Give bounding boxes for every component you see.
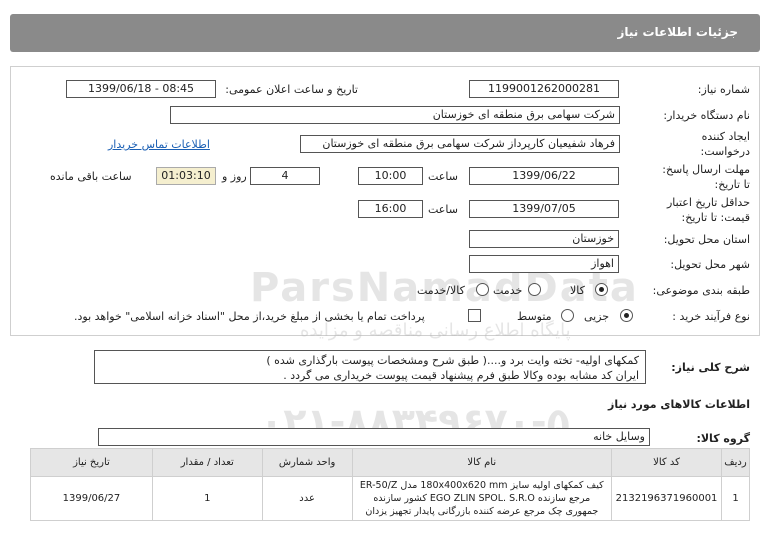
deadline-time-label: ساعت xyxy=(428,170,458,183)
category-option-goods-service: کالا/خدمت xyxy=(417,284,465,297)
watermark-subtitle: پایگاه اطلاع رسانی مناقصه و مزایده xyxy=(300,320,571,341)
cell-name-line-3: جمهوری چک مرجع عرضه کننده بازرگانی پایدا… xyxy=(365,506,599,517)
validity-date-field: 1399/07/05 xyxy=(469,200,619,218)
cell-name: کیف کمکهای اولیه سایز 180x400x620 mm مدل… xyxy=(351,476,613,521)
description-label: شرح کلی نیاز: xyxy=(671,361,750,374)
deadline-label: مهلت ارسال پاسخ: تا تاریخ: xyxy=(662,163,750,191)
goods-group-field: وسایل خانه xyxy=(98,428,650,446)
need-number-field: 1199001262000281 xyxy=(469,80,619,98)
process-option-minor: جزیی xyxy=(584,310,610,323)
table-row: 1 2132196371960001 کیف کمکهای اولیه سایز… xyxy=(30,476,750,521)
category-option-service: خدمت xyxy=(493,284,523,297)
validity-time-label: ساعت xyxy=(428,203,458,216)
deadline-time-field: 10:00 xyxy=(358,167,423,185)
process-radio-medium[interactable] xyxy=(561,309,574,322)
col-date: تاریخ نیاز xyxy=(30,448,153,477)
category-radio-goods-service[interactable] xyxy=(476,283,489,296)
deadline-date-field: 1399/06/22 xyxy=(469,167,619,185)
col-unit: واحد شمارش xyxy=(261,448,353,477)
cell-code: 2132196371960001 xyxy=(611,476,723,521)
page-title: جزئیات اطلاعات نیاز xyxy=(617,25,738,39)
col-qty: تعداد / مقدار xyxy=(151,448,263,477)
announce-field: 1399/06/18 - 08:45 xyxy=(66,80,216,98)
creator-field: فرهاد شفیعیان کارپرداز شرکت سهامی برق من… xyxy=(300,135,620,153)
cell-unit: عدد xyxy=(261,476,353,521)
validity-label: حداقل تاریخ اعتبار قیمت: تا تاریخ: xyxy=(666,196,750,224)
buyer-label: نام دستگاه خریدار: xyxy=(663,109,750,122)
goods-table: ردیف کد کالا نام کالا واحد شمارش تعداد /… xyxy=(30,448,750,521)
process-label: نوع فرآیند خرید : xyxy=(672,310,750,323)
days-field: 4 xyxy=(250,167,320,185)
description-box: کمکهای اولیه- تخته وایت برد و....( طبق ش… xyxy=(94,350,646,384)
cell-name-line-1: کیف کمکهای اولیه سایز 180x400x620 mm مدل… xyxy=(359,480,604,491)
process-radio-minor[interactable] xyxy=(620,309,633,322)
remaining-label: ساعت باقی مانده xyxy=(50,170,132,183)
col-index: ردیف xyxy=(721,448,750,477)
col-name: نام کالا xyxy=(351,448,613,477)
city-field: اهواز xyxy=(469,255,619,273)
payment-note: پرداخت تمام یا بخشی از مبلغ خرید،از محل … xyxy=(74,310,425,323)
province-field: خوزستان xyxy=(469,230,619,248)
description-line-1: کمکهای اولیه- تخته وایت برد و....( طبق ش… xyxy=(266,354,639,367)
cell-date: 1399/06/27 xyxy=(30,476,153,521)
days-label: روز و xyxy=(222,170,247,183)
col-code: کد کالا xyxy=(611,448,723,477)
category-option-goods: کالا xyxy=(570,284,585,297)
city-label: شهر محل تحویل: xyxy=(670,258,750,271)
category-radio-service[interactable] xyxy=(528,283,541,296)
goods-table-header: ردیف کد کالا نام کالا واحد شمارش تعداد /… xyxy=(30,448,750,477)
cell-qty: 1 xyxy=(151,476,263,521)
province-label: استان محل تحویل: xyxy=(663,233,750,246)
goods-group-label: گروه کالا: xyxy=(696,432,750,445)
process-option-medium: متوسط xyxy=(517,310,552,323)
goods-section-title: اطلاعات کالاهای مورد نیاز xyxy=(608,398,750,411)
countdown-timer: 01:03:10 xyxy=(156,167,216,185)
cell-name-line-2: مرجع سازنده EGO ZLIN SPOL. S.R.O کشور سا… xyxy=(373,493,591,504)
header-bar: جزئیات اطلاعات نیاز xyxy=(10,14,760,52)
need-number-label: شماره نیاز: xyxy=(697,83,750,96)
buyer-field: شرکت سهامی برق منطقه ای خوزستان xyxy=(170,106,620,124)
category-radio-goods[interactable] xyxy=(595,283,608,296)
announce-label: تاریخ و ساعت اعلان عمومی: xyxy=(225,83,358,96)
contact-buyer-link[interactable]: اطلاعات تماس خریدار xyxy=(108,138,210,151)
cell-index: 1 xyxy=(721,476,750,521)
description-line-2: ایران کد مشابه بوده وکالا طبق فرم پیشنها… xyxy=(283,369,639,382)
creator-label: ایجاد کننده درخواست: xyxy=(700,130,750,158)
treasury-checkbox[interactable] xyxy=(468,309,481,322)
validity-time-field: 16:00 xyxy=(358,200,423,218)
category-label: طبقه بندی موضوعی: xyxy=(652,284,750,297)
